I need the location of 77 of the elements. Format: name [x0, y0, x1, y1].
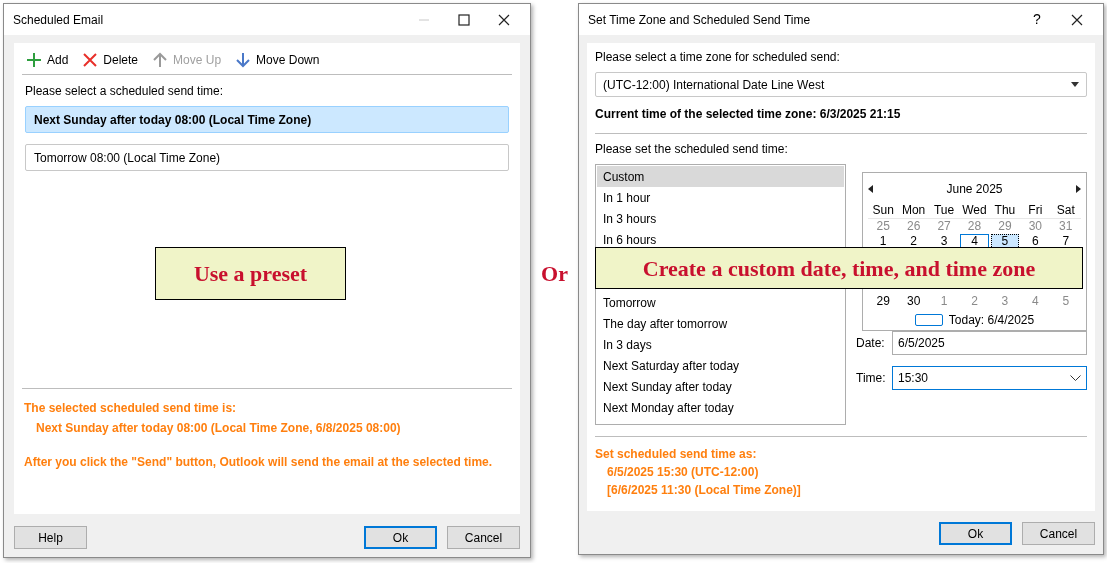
or-label: Or — [541, 260, 568, 288]
option-item[interactable]: In 1 hour — [597, 187, 844, 208]
calendar-day[interactable]: 30 — [1021, 219, 1050, 234]
arrow-down-icon — [235, 52, 252, 68]
window-title: Set Time Zone and Scheduled Send Time — [588, 11, 812, 29]
ok-button[interactable]: Ok — [939, 522, 1012, 545]
calendar-day[interactable]: 1 — [869, 234, 898, 249]
month-label: June 2025 — [945, 181, 1004, 198]
previous-month-icon — [868, 185, 873, 193]
help-button[interactable]: ? — [1017, 4, 1057, 35]
calendar-day[interactable]: 5 — [1051, 294, 1080, 309]
calendar-day[interactable]: 3 — [929, 234, 959, 249]
today-link[interactable]: Today: 6/4/2025 — [948, 311, 1035, 329]
calendar-day[interactable]: 26 — [899, 219, 928, 234]
dropdown-arrow-icon — [1071, 82, 1079, 87]
calendar-day[interactable]: 4 — [1021, 294, 1050, 309]
move-down-button[interactable]: Move Down — [235, 51, 320, 69]
cancel-button[interactable]: Cancel — [447, 526, 520, 549]
calendar-day[interactable]: 7 — [1051, 234, 1080, 249]
delete-button[interactable]: Delete — [82, 51, 139, 69]
callout-label: Create a custom date, time, and time zone — [595, 247, 1083, 289]
calendar-day[interactable]: 25 — [869, 219, 898, 234]
preset-item[interactable]: Next Sunday after today 08:00 (Local Time Zone) — [25, 106, 509, 133]
calendar-day[interactable]: 6 — [1021, 234, 1050, 249]
option-item[interactable]: In 3 hours — [597, 208, 844, 229]
calendar-day[interactable]: 1 — [929, 294, 959, 309]
option-item[interactable]: The day after tomorrow — [597, 313, 844, 334]
summary-detail: Next Sunday after today 08:00 (Local Time Zone, 6/8/2025 08:00) — [35, 420, 402, 437]
weekday-label: Sun — [871, 203, 895, 218]
weekday-label: Mon — [900, 203, 927, 218]
calendar-day[interactable]: 2 — [960, 294, 989, 309]
option-item[interactable]: Next Monday after today — [597, 397, 844, 418]
weekday-label: Sat — [1055, 203, 1076, 218]
current-time-text: Current time of the selected time zone: 6/3/2025 21:15 — [595, 106, 902, 123]
prompt-text: Please select a scheduled send time: — [25, 83, 225, 100]
window-title: Scheduled Email — [13, 11, 105, 29]
option-item[interactable]: Next Sunday after today — [597, 376, 844, 397]
timezone-dropdown[interactable]: (UTC-12:00) International Date Line West — [595, 72, 1087, 97]
add-button[interactable]: Add — [26, 51, 69, 69]
note-text: After you click the "Send" button, Outlook will send the email at the selected time. — [24, 454, 494, 471]
calendar-day[interactable]: 28 — [960, 219, 989, 234]
today-marker-icon — [914, 314, 943, 326]
option-item[interactable]: In 6 hours — [597, 229, 844, 250]
calendar-day[interactable]: 29 — [990, 219, 1020, 234]
calendar-day[interactable]: 30 — [899, 294, 928, 309]
result-heading: Set scheduled send time as: — [595, 446, 758, 463]
calendar-day[interactable]: 29 — [869, 294, 898, 309]
weekday-label: Tue — [932, 203, 956, 218]
prompt-text: Please select a time zone for scheduled send: — [595, 49, 841, 66]
callout-label: Use a preset — [155, 247, 346, 300]
x-icon — [82, 52, 99, 68]
date-field[interactable]: 6/5/2025 — [892, 331, 1087, 355]
arrow-up-icon — [152, 52, 169, 68]
option-item[interactable]: Tomorrow — [597, 292, 844, 313]
calendar-day[interactable]: 2 — [899, 234, 928, 249]
option-item[interactable]: Next Saturday after today — [597, 355, 844, 376]
preset-item[interactable]: Tomorrow 08:00 (Local Time Zone) — [25, 144, 509, 171]
weekday-label: Wed — [961, 203, 988, 218]
result-line: 6/5/2025 15:30 (UTC-12:00) — [606, 464, 760, 481]
cancel-button[interactable]: Cancel — [1022, 522, 1095, 545]
calendar-day[interactable]: 3 — [990, 294, 1020, 309]
calendar-day[interactable]: 31 — [1051, 219, 1080, 234]
option-item[interactable]: Custom — [597, 166, 844, 187]
prompt-text: Please set the scheduled send time: — [595, 141, 789, 158]
weekday-label: Fri — [1027, 203, 1044, 218]
summary-heading: The selected scheduled send time is: — [24, 400, 238, 417]
result-line: [6/6/2025 11:30 (Local Time Zone)] — [606, 482, 802, 499]
field-label: Time: — [856, 370, 887, 387]
time-dropdown[interactable]: 15:30 — [892, 366, 1087, 390]
option-item[interactable]: In 3 days — [597, 334, 844, 355]
weekday-label: Thu — [993, 203, 1017, 218]
help-button[interactable]: Help — [14, 526, 87, 549]
chevron-down-icon — [1070, 375, 1081, 381]
field-label: Date: — [856, 335, 886, 352]
ok-button[interactable]: Ok — [364, 526, 437, 549]
plus-icon — [26, 52, 42, 68]
next-month-icon — [1076, 185, 1081, 193]
